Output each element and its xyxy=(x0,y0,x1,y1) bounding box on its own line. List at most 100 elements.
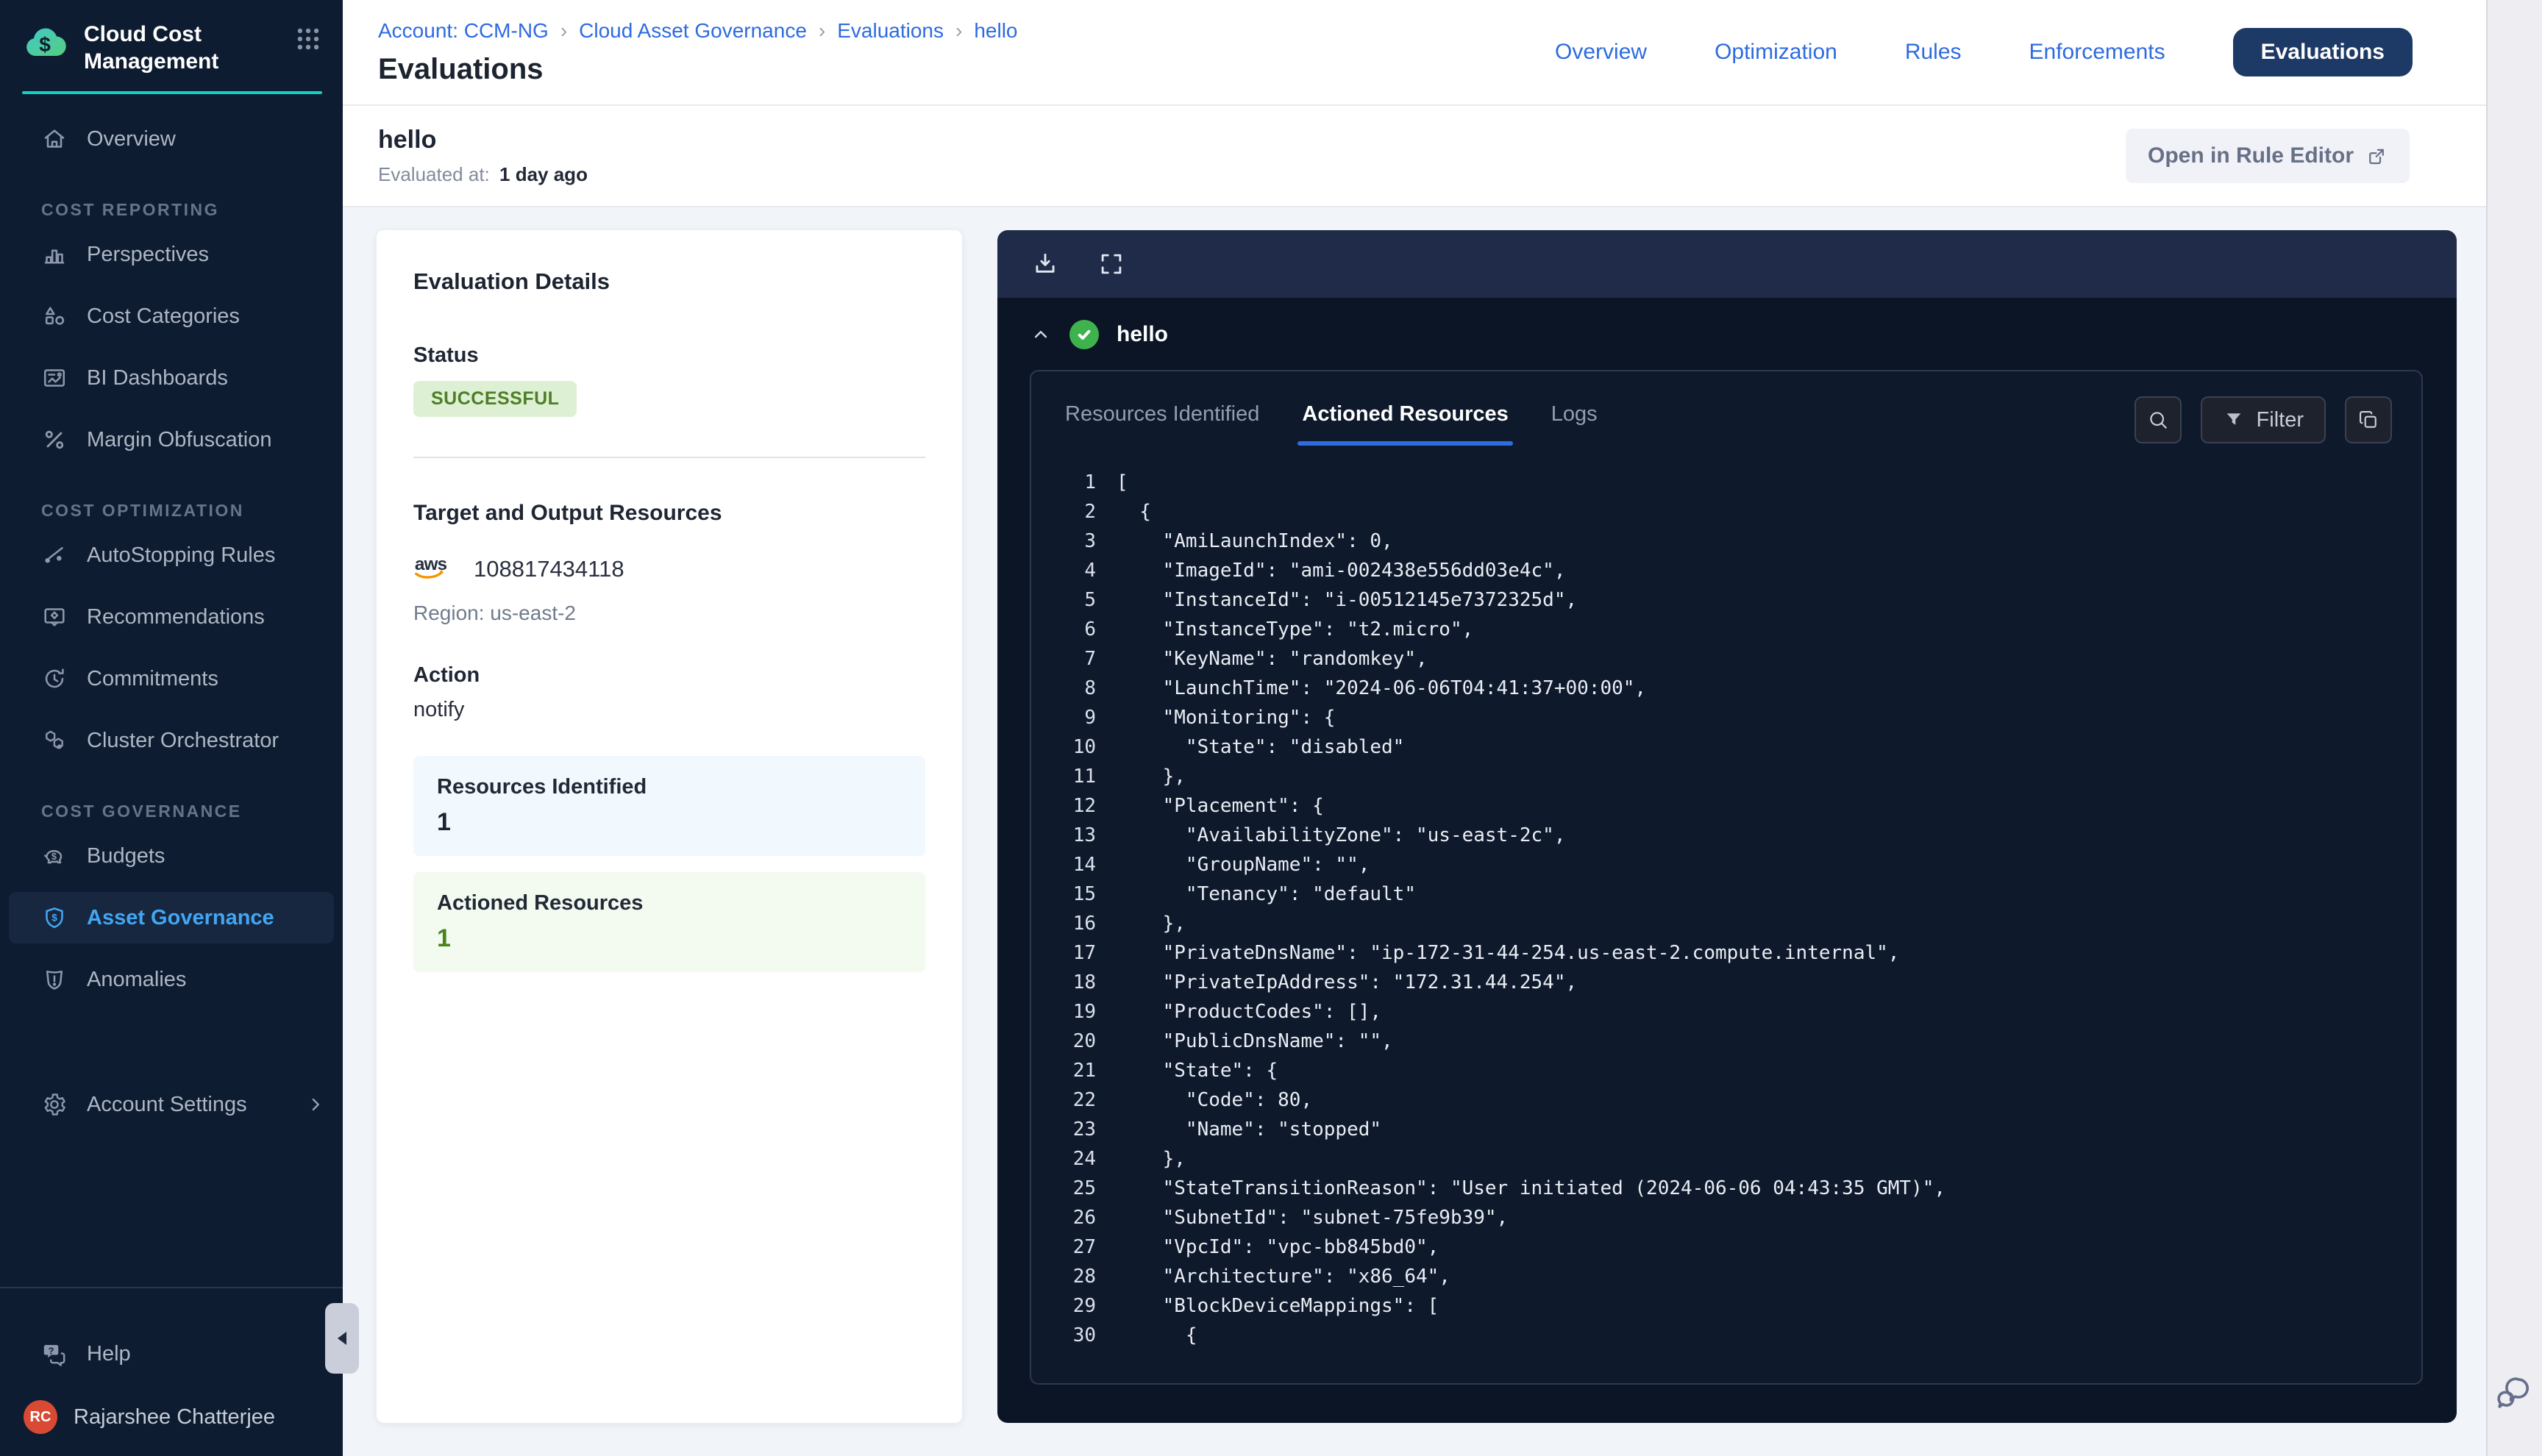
breadcrumb-link-evaluations[interactable]: Evaluations xyxy=(837,19,944,43)
line-content: "PrivateIpAddress": "172.31.44.254", xyxy=(1117,968,1577,997)
user-menu[interactable]: RC Rajarshee Chatterjee xyxy=(0,1397,343,1456)
nav-link-optimization[interactable]: Optimization xyxy=(1715,40,1837,65)
line-number: 7 xyxy=(1031,644,1096,674)
sidebar-item-perspectives[interactable]: Perspectives xyxy=(0,229,343,280)
gear-icon xyxy=(41,1091,68,1118)
code-line: 24 }, xyxy=(1031,1144,2421,1174)
app-title: Cloud Cost Management xyxy=(84,19,280,75)
line-content: "Placement": { xyxy=(1117,791,1324,821)
sidebar-item-help[interactable]: ? Help xyxy=(0,1328,343,1380)
sidebar-spacer xyxy=(0,1141,343,1287)
line-number: 27 xyxy=(1031,1232,1096,1262)
sidebar-item-anomalies[interactable]: Anomalies xyxy=(0,954,343,1005)
nav-link-overview[interactable]: Overview xyxy=(1555,40,1647,65)
page-header: Account: CCM-NG › Cloud Asset Governance… xyxy=(343,0,2486,106)
line-number: 12 xyxy=(1031,791,1096,821)
line-number: 16 xyxy=(1031,909,1096,938)
copy-button[interactable] xyxy=(2345,396,2392,443)
line-content: "Code": 80, xyxy=(1117,1085,1312,1115)
line-content: "PublicDnsName": "", xyxy=(1117,1027,1393,1056)
evaluation-subheader: hello Evaluated at: 1 day ago Open in Ru… xyxy=(343,106,2486,207)
search-icon xyxy=(2146,408,2170,432)
breadcrumb-link-account[interactable]: Account: CCM-NG xyxy=(378,19,549,43)
fullscreen-icon[interactable] xyxy=(1097,250,1125,278)
sidebar-item-budgets[interactable]: $ Budgets xyxy=(0,830,343,882)
line-number: 30 xyxy=(1031,1321,1096,1350)
dashboard-image-icon xyxy=(41,365,68,391)
svg-text:$: $ xyxy=(51,851,57,862)
code-line: 9 "Monitoring": { xyxy=(1031,703,2421,732)
line-content: }, xyxy=(1117,762,1186,791)
sidebar-item-label: Margin Obfuscation xyxy=(87,428,271,452)
line-content: }, xyxy=(1117,909,1186,938)
sidebar-item-bi-dashboards[interactable]: BI Dashboards xyxy=(0,352,343,404)
sidebar-item-cluster-orchestrator[interactable]: Cluster Orchestrator xyxy=(0,715,343,766)
sidebar-divider xyxy=(0,1287,343,1288)
code-line: 28 "Architecture": "x86_64", xyxy=(1031,1262,2421,1291)
collapse-caret-icon[interactable] xyxy=(1030,324,1052,346)
code-line: 1[ xyxy=(1031,468,2421,497)
run-row: hello xyxy=(997,298,2457,349)
tab-logs[interactable]: Logs xyxy=(1551,402,1598,446)
sidebar-item-cost-categories[interactable]: Cost Categories xyxy=(0,290,343,342)
sidebar-item-overview[interactable]: Overview xyxy=(0,113,343,165)
sidebar-item-account-settings[interactable]: Account Settings xyxy=(0,1079,343,1130)
output-viewer: hello Resources Identified Actioned Reso… xyxy=(997,230,2457,1423)
aws-logo-icon: aws xyxy=(413,551,459,587)
sidebar-item-margin-obfuscation[interactable]: Margin Obfuscation xyxy=(0,414,343,465)
code-line: 20 "PublicDnsName": "", xyxy=(1031,1027,2421,1056)
ccm-logo-icon: $ xyxy=(22,19,69,70)
line-number: 5 xyxy=(1031,585,1096,615)
status-label: Status xyxy=(413,343,925,368)
sidebar-item-label: AutoStopping Rules xyxy=(87,543,275,568)
copy-icon xyxy=(2357,408,2380,432)
evaluated-at-value: 1 day ago xyxy=(499,163,588,185)
download-icon[interactable] xyxy=(1031,250,1059,278)
line-content: "VpcId": "vpc-bb845bd0", xyxy=(1117,1232,1439,1262)
nav-link-evaluations-active[interactable]: Evaluations xyxy=(2233,28,2413,76)
code-line: 18 "PrivateIpAddress": "172.31.44.254", xyxy=(1031,968,2421,997)
sidebar: $ Cloud Cost Management Overview COST R xyxy=(0,0,343,1456)
code-line: 29 "BlockDeviceMappings": [ xyxy=(1031,1291,2421,1321)
card-divider xyxy=(413,457,925,458)
autostopping-icon xyxy=(41,542,68,568)
code-line: 12 "Placement": { xyxy=(1031,791,2421,821)
sidebar-item-commitments[interactable]: Commitments xyxy=(0,653,343,704)
tab-actioned-resources[interactable]: Actioned Resources xyxy=(1302,402,1508,446)
content-area: Evaluation Details Status SUCCESSFUL Tar… xyxy=(343,207,2486,1456)
sidebar-collapse-handle[interactable] xyxy=(325,1303,359,1374)
line-number: 24 xyxy=(1031,1144,1096,1174)
sidebar-item-label: Cluster Orchestrator xyxy=(87,729,279,753)
sidebar-nav: Overview COST REPORTING Perspectives Cos… xyxy=(0,94,343,1456)
filter-button[interactable]: Filter xyxy=(2201,396,2326,443)
viewer-toolbar xyxy=(997,230,2457,298)
search-button[interactable] xyxy=(2135,396,2182,443)
viewer-body: hello Resources Identified Actioned Reso… xyxy=(997,298,2457,1423)
nav-link-enforcements[interactable]: Enforcements xyxy=(2029,40,2165,65)
breadcrumb-link-cloud-asset-governance[interactable]: Cloud Asset Governance xyxy=(579,19,807,43)
line-number: 9 xyxy=(1031,703,1096,732)
tab-resources-identified[interactable]: Resources Identified xyxy=(1065,402,1259,446)
line-number: 4 xyxy=(1031,556,1096,585)
line-number: 21 xyxy=(1031,1056,1096,1085)
code-line: 17 "PrivateDnsName": "ip-172-31-44-254.u… xyxy=(1031,938,2421,968)
line-content: "InstanceType": "t2.micro", xyxy=(1117,615,1473,644)
module-grid-icon[interactable] xyxy=(294,25,322,57)
support-chat-icon[interactable] xyxy=(2495,1373,2533,1421)
code-lines: 1[2 {3 "AmiLaunchIndex": 0,4 "ImageId": … xyxy=(1031,468,2421,1350)
line-number: 20 xyxy=(1031,1027,1096,1056)
line-number: 10 xyxy=(1031,732,1096,762)
code-panel: Resources Identified Actioned Resources … xyxy=(1030,370,2423,1385)
line-content: "AmiLaunchIndex": 0, xyxy=(1117,527,1393,556)
open-in-rule-editor-button[interactable]: Open in Rule Editor xyxy=(2126,129,2410,183)
app-root: $ Cloud Cost Management Overview COST R xyxy=(0,0,2542,1456)
nav-link-rules[interactable]: Rules xyxy=(1905,40,1962,65)
sidebar-item-recommendations[interactable]: Recommendations xyxy=(0,591,343,643)
code-line: 27 "VpcId": "vpc-bb845bd0", xyxy=(1031,1232,2421,1262)
sidebar-item-asset-governance[interactable]: $ Asset Governance xyxy=(9,892,334,943)
shield-alert-icon xyxy=(41,966,68,993)
line-content: { xyxy=(1117,1321,1197,1350)
breadcrumb: Account: CCM-NG › Cloud Asset Governance… xyxy=(378,19,1018,43)
sidebar-item-autostopping-rules[interactable]: AutoStopping Rules xyxy=(0,529,343,581)
sidebar-item-label: Cost Categories xyxy=(87,304,240,329)
